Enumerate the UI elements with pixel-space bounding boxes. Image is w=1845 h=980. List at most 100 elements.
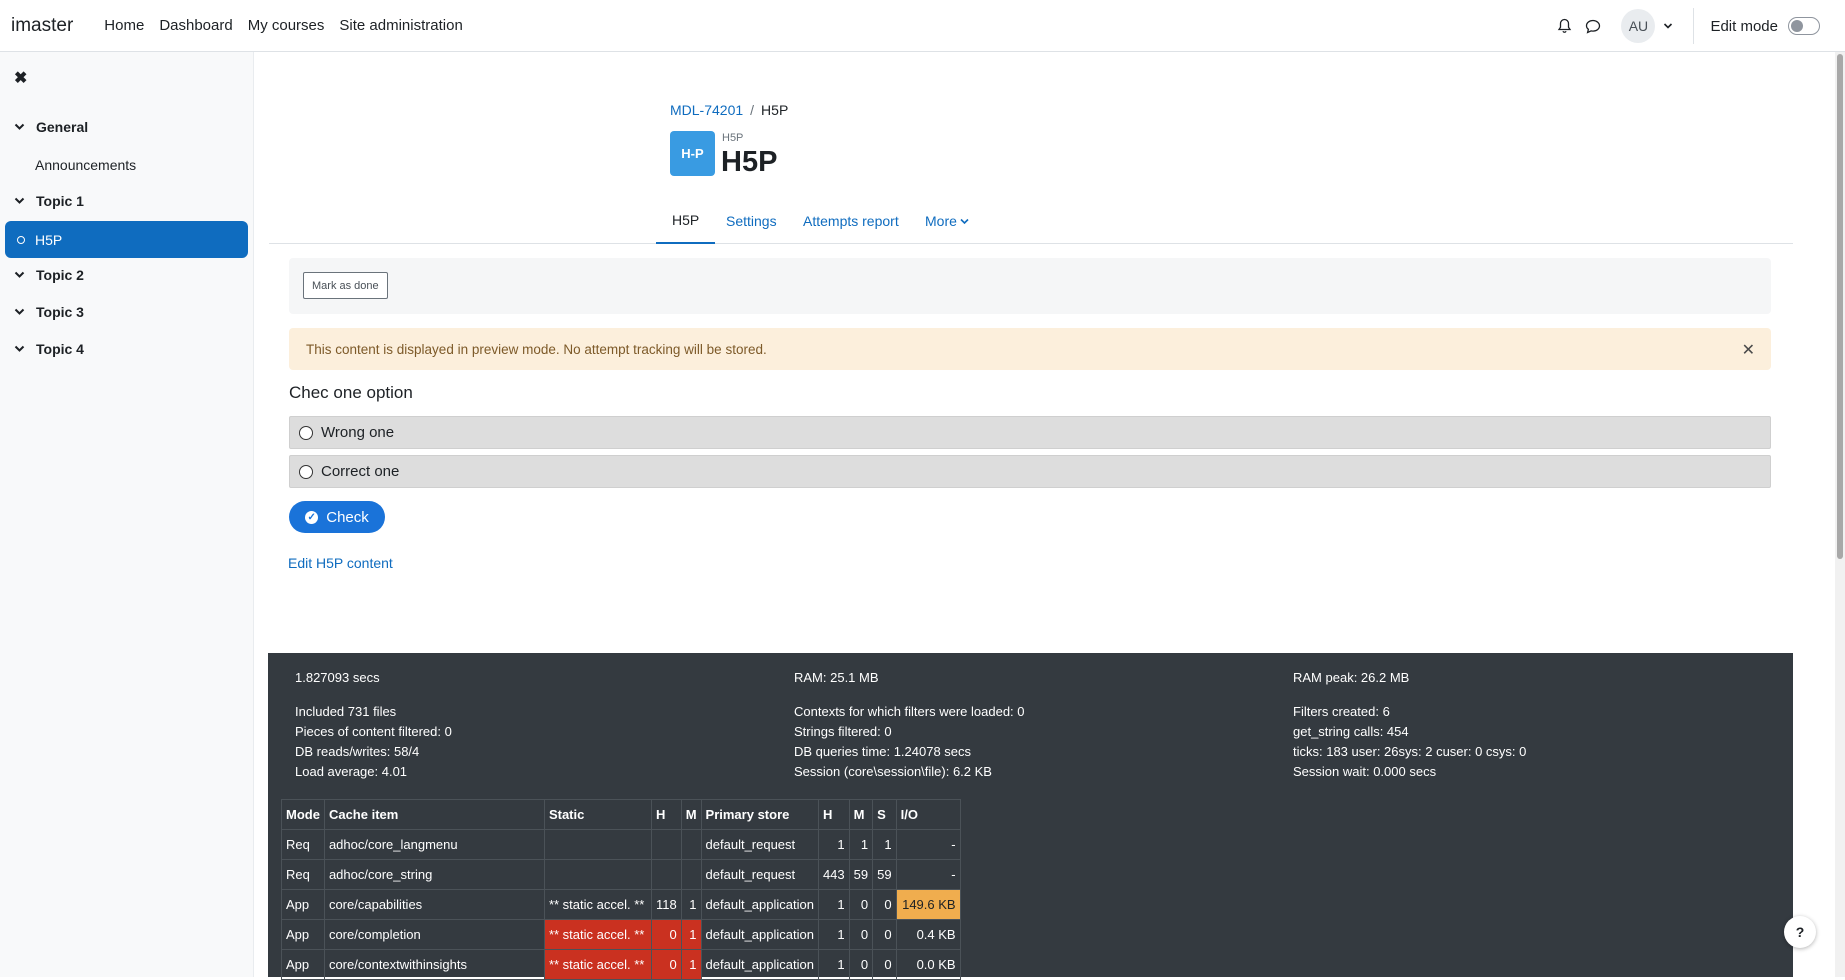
alert-message: This content is displayed in preview mod… xyxy=(306,341,767,357)
column-header: H xyxy=(650,799,682,830)
table-cell: 0 xyxy=(848,889,874,920)
table-cell xyxy=(650,829,682,860)
table-cell: default_application xyxy=(700,889,819,920)
completion-circle-icon xyxy=(17,235,25,244)
chevron-down-icon[interactable] xyxy=(14,197,28,205)
chat-bubble-icon[interactable] xyxy=(1584,17,1602,35)
site-brand[interactable]: imaster xyxy=(11,15,73,37)
perf-ram-peak: RAM peak: 26.2 MB xyxy=(1293,670,1410,685)
table-cell: 149.6 KB xyxy=(895,889,961,920)
chevron-down-icon xyxy=(960,218,969,224)
table-cell xyxy=(680,829,702,860)
answer-option-correct[interactable]: Correct one xyxy=(289,455,1771,488)
nav-my-courses-link[interactable]: My courses xyxy=(248,17,325,34)
mark-as-done-button[interactable]: Mark as done xyxy=(303,272,388,299)
scrollbar-thumb[interactable] xyxy=(1837,54,1843,559)
tab-h5p[interactable]: H5P xyxy=(656,198,716,244)
tab-more-label: More xyxy=(925,213,957,229)
help-button[interactable]: ? xyxy=(1784,916,1816,948)
nav-home-link[interactable]: Home xyxy=(104,17,144,34)
column-header: M xyxy=(680,799,702,830)
bell-icon[interactable] xyxy=(1555,17,1573,35)
table-row: App core/completion ** static accel. ** … xyxy=(281,919,961,950)
option-label: Correct one xyxy=(321,463,400,480)
close-icon[interactable]: ✖ xyxy=(14,68,27,88)
table-cell: 1 xyxy=(848,829,874,860)
section-topic-4[interactable]: Topic 4 xyxy=(14,341,84,357)
primary-navigation: Home Dashboard My courses Site administr… xyxy=(104,17,478,34)
secondary-navigation: H5P Settings Attempts report More xyxy=(269,198,1793,244)
perf-col1-item: Load average: 4.01 xyxy=(295,764,408,779)
section-label: Topic 2 xyxy=(36,267,84,283)
sidebar-item-announcements[interactable]: Announcements xyxy=(35,157,136,173)
column-header: H xyxy=(817,799,850,830)
completion-panel: Mark as done xyxy=(289,258,1771,314)
table-cell: 0 xyxy=(872,949,897,980)
table-cell: ** static accel. ** xyxy=(543,949,652,980)
edit-mode-label: Edit mode xyxy=(1710,17,1778,35)
sidebar-item-h5p[interactable]: H5P xyxy=(5,221,248,258)
perf-col1-item: DB reads/writes: 58/4 xyxy=(295,744,420,759)
table-cell: 1 xyxy=(817,949,850,980)
section-topic-3[interactable]: Topic 3 xyxy=(14,304,84,320)
table-cell: 118 xyxy=(650,889,682,920)
chevron-down-icon[interactable] xyxy=(14,123,28,131)
table-cell: 1 xyxy=(680,889,702,920)
table-cell: Req xyxy=(281,859,325,890)
perf-col3-item: Session wait: 0.000 secs xyxy=(1293,764,1437,779)
breadcrumb-separator: / xyxy=(750,102,755,118)
close-icon[interactable]: ✕ xyxy=(1742,340,1755,360)
answer-option-wrong[interactable]: Wrong one xyxy=(289,416,1771,449)
table-cell: 1 xyxy=(680,919,702,950)
column-header: Cache item xyxy=(323,799,545,830)
breadcrumb: MDL-74201 / H5P xyxy=(670,102,788,118)
top-navbar: imaster Home Dashboard My courses Site a… xyxy=(0,0,1845,52)
section-label: Topic 1 xyxy=(36,193,84,209)
chevron-down-icon[interactable] xyxy=(14,271,28,279)
perf-col3-item: Filters created: 6 xyxy=(1293,704,1390,719)
edit-mode-toggle[interactable] xyxy=(1788,17,1820,35)
page-title: H5P xyxy=(721,146,778,178)
perf-col2-item: Contexts for which filters were loaded: … xyxy=(794,704,1025,719)
check-button[interactable]: ✓ Check xyxy=(289,501,385,533)
chevron-down-icon[interactable] xyxy=(14,308,28,316)
column-header: I/O xyxy=(895,799,961,830)
section-general[interactable]: General xyxy=(14,119,88,135)
breadcrumb-course-link[interactable]: MDL-74201 xyxy=(670,102,743,118)
nav-site-administration-link[interactable]: Site administration xyxy=(339,17,462,34)
table-cell: ** static accel. ** xyxy=(543,919,652,950)
edit-h5p-content-link[interactable]: Edit H5P content xyxy=(288,555,393,571)
table-row: Req adhoc/core_string default_request 44… xyxy=(281,859,961,890)
section-topic-1[interactable]: Topic 1 xyxy=(14,193,84,209)
navbar-divider xyxy=(1693,8,1695,44)
tab-attempts-report[interactable]: Attempts report xyxy=(803,198,899,244)
section-label: Topic 4 xyxy=(36,341,84,357)
chevron-down-icon[interactable] xyxy=(1661,19,1675,33)
question-text: Chec one option xyxy=(289,383,413,402)
radio-button[interactable] xyxy=(299,464,313,479)
perf-time: 1.827093 secs xyxy=(295,670,380,685)
table-cell: App xyxy=(281,949,325,980)
page-scrollbar[interactable] xyxy=(1835,52,1845,977)
sidebar-item-label: H5P xyxy=(35,231,63,248)
user-avatar[interactable]: AU xyxy=(1621,9,1656,43)
nav-dashboard-link[interactable]: Dashboard xyxy=(159,17,232,34)
table-cell: 0.0 KB xyxy=(895,949,961,980)
column-header: Primary store xyxy=(700,799,819,830)
perf-col1-item: Pieces of content filtered: 0 xyxy=(295,724,452,739)
chevron-down-icon[interactable] xyxy=(14,345,28,353)
table-cell: 1 xyxy=(872,829,897,860)
table-cell: 443 xyxy=(817,859,850,890)
section-topic-2[interactable]: Topic 2 xyxy=(14,267,84,283)
radio-button[interactable] xyxy=(299,425,313,440)
tab-settings[interactable]: Settings xyxy=(726,198,777,244)
table-cell: default_request xyxy=(700,859,819,890)
tab-more[interactable]: More xyxy=(925,198,969,244)
check-circle-icon: ✓ xyxy=(305,510,319,524)
check-button-label: Check xyxy=(326,508,369,526)
h5p-activity-icon: H-P xyxy=(670,131,715,176)
section-label: General xyxy=(36,119,89,135)
table-header-row: Mode Cache item Static H M Primary store… xyxy=(281,799,961,830)
table-cell: core/contextwithinsights xyxy=(323,949,545,980)
table-cell: - xyxy=(895,829,961,860)
